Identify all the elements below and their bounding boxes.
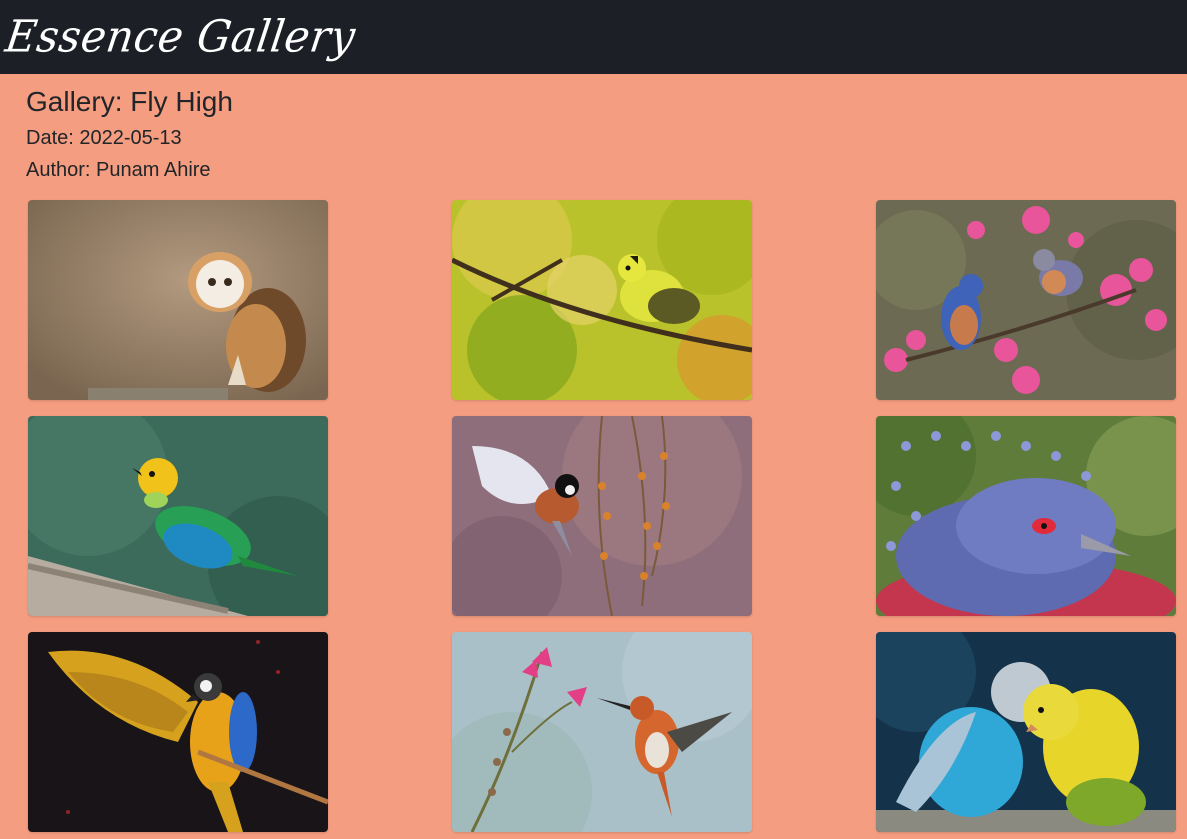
photo-siskin[interactable] <box>452 200 752 400</box>
siskin-image <box>452 200 752 400</box>
photo-barn-owl[interactable] <box>28 200 328 400</box>
bird-flight-image <box>452 416 752 616</box>
photo-bluebirds[interactable] <box>876 200 1176 400</box>
budgerigars-image <box>876 632 1176 832</box>
photo-tanager[interactable] <box>28 416 328 616</box>
crowned-pigeon-image <box>876 416 1176 616</box>
macaw-image <box>28 632 328 832</box>
gallery-title: Gallery: Fly High <box>26 86 233 117</box>
navbar: Essence Gallery <box>0 0 1187 74</box>
photo-macaw[interactable] <box>28 632 328 832</box>
photo-hummingbird[interactable] <box>452 632 752 832</box>
hummingbird-image <box>452 632 752 832</box>
photo-budgerigars[interactable] <box>876 632 1176 832</box>
tanager-image <box>28 416 328 616</box>
brand-logo[interactable]: Essence Gallery <box>2 7 360 68</box>
barn-owl-image <box>28 200 328 400</box>
gallery-author: Author: Punam Ahire <box>26 159 211 181</box>
photo-bird-flight[interactable] <box>452 416 752 616</box>
gallery-date: Date: 2022-05-13 <box>26 127 182 149</box>
bluebirds-image <box>876 200 1176 400</box>
photo-crowned-pigeon[interactable] <box>876 416 1176 616</box>
